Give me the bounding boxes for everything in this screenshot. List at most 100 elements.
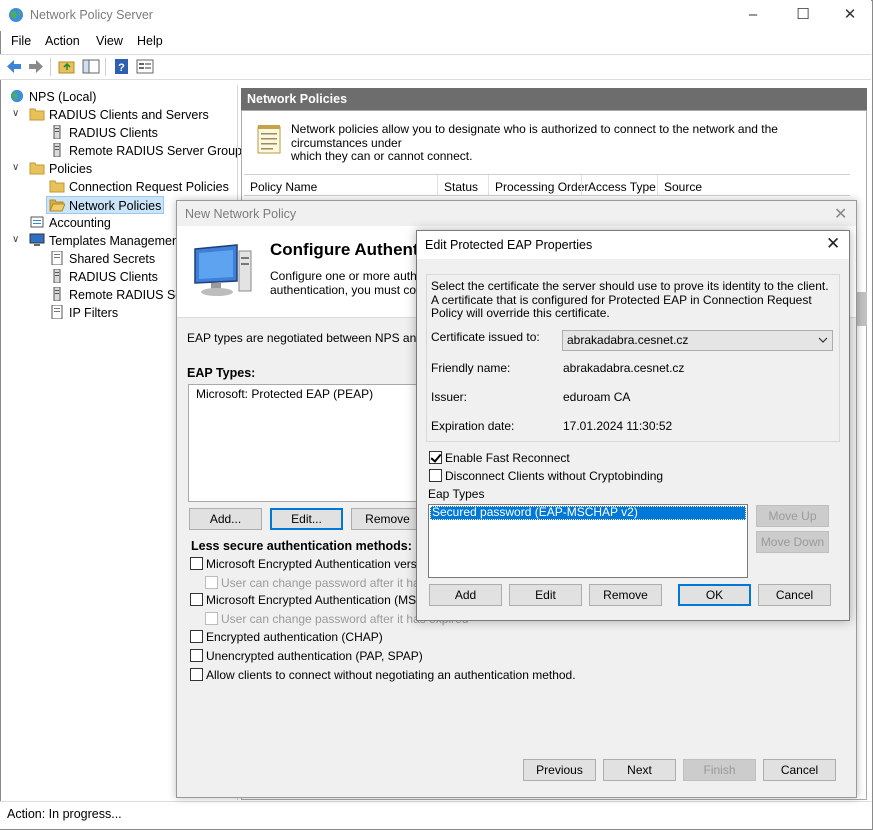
column-separator[interactable] xyxy=(437,175,438,195)
issuer-label: Issuer: xyxy=(431,390,468,404)
chevron-down-icon[interactable]: ∨ xyxy=(12,106,22,124)
menu-action[interactable]: Action xyxy=(45,34,80,48)
help-icon[interactable]: ? xyxy=(113,58,131,75)
menu-bar xyxy=(0,31,871,53)
chevron-down-icon[interactable]: ∨ xyxy=(12,160,22,178)
eap-ok-button[interactable]: OK xyxy=(678,584,751,606)
toolbar-separator xyxy=(105,58,106,76)
description-line: A certificate that is configured for Pro… xyxy=(431,292,812,307)
mschapv2-checkbox[interactable] xyxy=(190,557,203,570)
tree-label: Accounting xyxy=(49,216,111,230)
tree-item-accounting[interactable]: Accounting xyxy=(29,214,111,232)
computer-icon xyxy=(29,233,45,246)
certificate-description: Select the certificate the server should… xyxy=(431,279,831,321)
tree-label: IP Filters xyxy=(69,306,119,320)
wizard-next-button[interactable]: Next xyxy=(603,759,676,781)
enable-fast-reconnect-checkbox[interactable] xyxy=(429,451,442,464)
mschapv2-change-password-checkbox[interactable] xyxy=(205,576,218,589)
tree-item-templates-management[interactable]: Templates Management xyxy=(29,232,182,250)
show-hide-tree-icon[interactable] xyxy=(82,58,100,75)
nps-globe-icon xyxy=(9,8,23,22)
tree-label: RADIUS Clients xyxy=(69,126,158,140)
properties-icon[interactable] xyxy=(136,58,154,75)
subtitle-line: Configure one or more auther xyxy=(270,269,420,283)
column-processing-order[interactable]: Processing Order xyxy=(495,180,588,194)
chevron-down-icon[interactable]: ∨ xyxy=(12,232,22,250)
wizard-add-button[interactable]: Add... xyxy=(189,508,262,530)
chevron-down-icon[interactable] xyxy=(818,333,828,347)
menu-help[interactable]: Help xyxy=(137,34,163,48)
chap-checkbox[interactable] xyxy=(190,630,203,643)
tree-item-remote-radius-groups[interactable]: Remote RADIUS Server Groups xyxy=(49,142,248,160)
tree-item-template-remote-radius[interactable]: Remote RADIUS Serv xyxy=(49,286,193,304)
right-pane-scrollbar-thumb[interactable] xyxy=(856,292,867,326)
column-policy-name[interactable]: Policy Name xyxy=(250,180,317,194)
tree-label: Shared Secrets xyxy=(69,252,156,266)
up-folder-icon[interactable] xyxy=(58,58,76,75)
wizard-edit-button[interactable]: Edit... xyxy=(270,508,343,530)
toolbar-separator xyxy=(50,58,51,76)
less-secure-methods-label: Less secure authentication methods: xyxy=(191,539,412,553)
tree-label: Remote RADIUS Serv xyxy=(69,288,193,302)
wizard-subtitle: Configure one or more auther authenticat… xyxy=(270,269,420,297)
subtitle-line: authentication, you must conf xyxy=(270,283,420,297)
friendly-name-value: abrakadabra.cesnet.cz xyxy=(563,361,685,375)
column-status[interactable]: Status xyxy=(444,180,478,194)
tree-item-shared-secrets[interactable]: Shared Secrets xyxy=(49,250,155,268)
eap-dialog-title: Edit Protected EAP Properties xyxy=(425,238,593,252)
column-separator[interactable] xyxy=(581,175,582,195)
server-icon xyxy=(53,143,61,157)
wizard-close-icon[interactable]: ✕ xyxy=(834,204,847,224)
minimize-icon[interactable]: – xyxy=(730,0,776,30)
list-item[interactable]: Microsoft: Protected EAP (PEAP) xyxy=(196,387,373,401)
no-negotiate-checkbox[interactable] xyxy=(190,668,203,681)
server-icon xyxy=(53,287,61,301)
eap-remove-button[interactable]: Remove xyxy=(589,584,662,606)
column-separator[interactable] xyxy=(488,175,489,195)
eap-cancel-button[interactable]: Cancel xyxy=(758,584,831,606)
expiration-date-label: Expiration date: xyxy=(431,419,515,433)
disconnect-cryptobinding-checkbox[interactable] xyxy=(429,469,442,482)
eap-edit-button[interactable]: Edit xyxy=(509,584,582,606)
eap-add-button[interactable]: Add xyxy=(429,584,502,606)
column-separator[interactable] xyxy=(657,175,658,195)
menu-view[interactable]: View xyxy=(96,34,123,48)
tree-item-network-policies[interactable]: Network Policies xyxy=(46,196,165,214)
maximize-icon[interactable]: ☐ xyxy=(780,0,826,30)
description-line: Select the certificate the server should… xyxy=(431,279,829,293)
certificate-select[interactable]: abrakadabra.cesnet.cz xyxy=(562,330,833,351)
pap-checkbox[interactable] xyxy=(190,649,203,662)
forward-arrow-icon[interactable] xyxy=(27,58,45,75)
tree-item-template-radius-clients[interactable]: RADIUS Clients xyxy=(49,268,158,286)
tree-item-policies[interactable]: Policies xyxy=(29,160,92,178)
notepad-icon xyxy=(257,125,281,154)
mschap-label: Microsoft Encrypted Authentication (MS-C… xyxy=(206,593,446,607)
right-pane-description: Network policies allow you to designate … xyxy=(291,122,851,164)
accounting-icon xyxy=(30,216,44,228)
move-up-button[interactable]: Move Up xyxy=(756,505,829,527)
tree-label: Network Policies xyxy=(69,199,162,213)
tree-item-connection-request-policies[interactable]: Connection Request Policies xyxy=(49,178,229,196)
wizard-finish-button[interactable]: Finish xyxy=(683,759,756,781)
wizard-remove-button[interactable]: Remove xyxy=(351,508,424,530)
tree-item-radius-clients[interactable]: RADIUS Clients xyxy=(49,124,158,142)
tree-item-radius-clients-servers[interactable]: RADIUS Clients and Servers xyxy=(29,106,209,124)
friendly-name-label: Friendly name: xyxy=(431,361,511,375)
list-item[interactable]: Secured password (EAP-MSCHAP v2) xyxy=(430,506,746,520)
close-icon[interactable]: ✕ xyxy=(827,0,873,30)
menu-file[interactable]: File xyxy=(11,34,31,48)
mschap-checkbox[interactable] xyxy=(190,593,203,606)
move-down-button[interactable]: Move Down xyxy=(756,531,829,553)
tree-item-nps-local[interactable]: NPS (Local) xyxy=(9,88,96,106)
policy-table-header: Policy Name Status Processing Order Acce… xyxy=(244,174,850,196)
tree-item-ip-filters[interactable]: IP Filters xyxy=(49,304,118,322)
column-access-type[interactable]: Access Type xyxy=(588,180,656,194)
wizard-cancel-button[interactable]: Cancel xyxy=(763,759,836,781)
back-arrow-icon[interactable] xyxy=(5,58,23,75)
column-source[interactable]: Source xyxy=(664,180,702,194)
mschap-change-password-checkbox[interactable] xyxy=(205,612,218,625)
wizard-previous-button[interactable]: Previous xyxy=(523,759,596,781)
eap-dialog-close-icon[interactable]: ✕ xyxy=(826,234,840,254)
eap-types-list[interactable] xyxy=(188,384,424,502)
wizard-heading: Configure Authent xyxy=(270,240,419,259)
